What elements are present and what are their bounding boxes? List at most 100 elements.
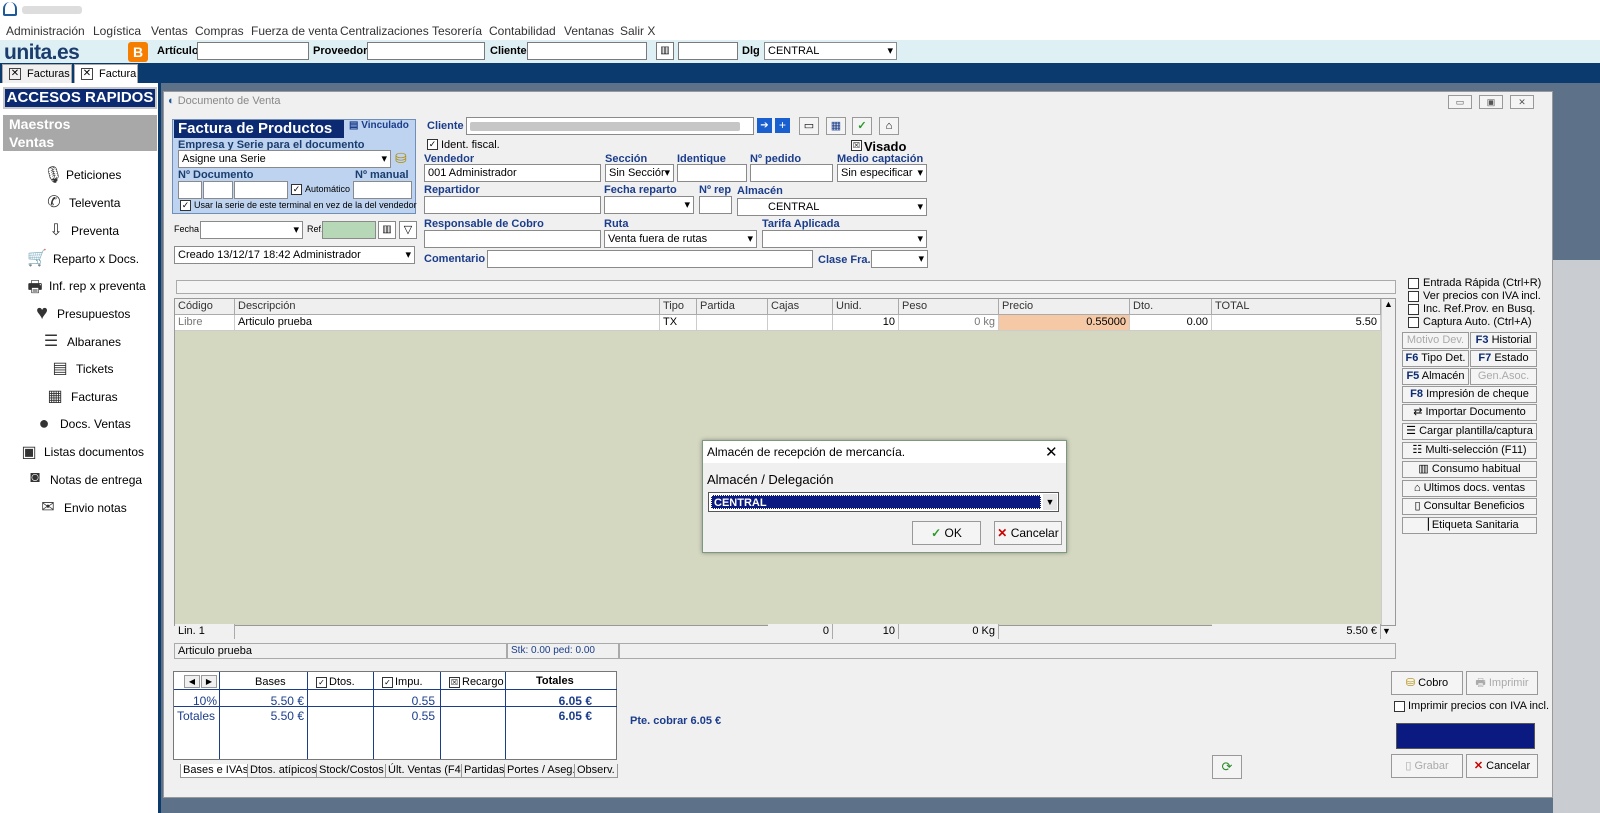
group-ventas[interactable]: Ventas (3, 133, 157, 151)
sidebar-item-preventa[interactable]: Preventa (71, 224, 119, 238)
nrep-stepper[interactable] (699, 196, 732, 214)
cancelar-button[interactable]: ✕ Cancelar (1466, 754, 1538, 778)
cell-descripcion[interactable]: Articulo prueba (235, 315, 660, 331)
minimize-button[interactable]: ▭ (1448, 95, 1472, 109)
sidebar-item-envio-notas[interactable]: Envio notas (64, 501, 127, 515)
calculator-icon[interactable]: ▦ (826, 117, 846, 135)
menu-logistica[interactable]: Logística (93, 24, 141, 38)
consultar-beneficios-button[interactable]: ▯ Consultar Beneficios (1402, 498, 1537, 515)
col-header-peso[interactable]: Peso (899, 299, 999, 315)
tipo-det-button[interactable]: F6 Tipo Det. (1402, 350, 1469, 367)
ident-fiscal-checkbox[interactable]: ✓ (427, 139, 438, 150)
sidebar-item-televenta[interactable]: Televenta (69, 196, 120, 210)
tarifa-select[interactable] (762, 230, 927, 248)
ref-input[interactable] (322, 221, 376, 239)
barcode-input[interactable] (678, 42, 738, 60)
ultimos-docs-button[interactable]: ⌂ Ultimos docs. ventas (1402, 480, 1537, 497)
menu-ventanas[interactable]: Ventanas (564, 24, 614, 38)
menu-contabilidad[interactable]: Contabilidad (489, 24, 556, 38)
coins-icon[interactable]: ⛁ (395, 150, 407, 167)
dialog-ok-button[interactable]: ✓ OK (912, 521, 981, 545)
gen-asoc-button[interactable]: Gen.Asoc. (1470, 368, 1537, 385)
col-header-unid[interactable]: Unid. (833, 299, 899, 315)
col-header-total[interactable]: TOTAL (1212, 299, 1381, 315)
cell-precio[interactable]: 0.55000 (999, 315, 1130, 331)
menu-compras[interactable]: Compras (195, 24, 244, 38)
menu-salir[interactable]: Salir X (620, 24, 655, 38)
scroll-down-icon[interactable]: ▼ (1382, 626, 1391, 636)
col-header-dto[interactable]: Dto. (1130, 299, 1212, 315)
menu-centralizaciones[interactable]: Centralizaciones (340, 24, 429, 38)
col-header-cajas[interactable]: Cajas (768, 299, 833, 315)
ndoc-input-2[interactable] (203, 181, 233, 199)
cell-dto[interactable]: 0.00 (1130, 315, 1212, 331)
tab-facturas[interactable]: ✕ Facturas (2, 64, 72, 83)
tab-portes[interactable]: Portes / Aseg. (504, 764, 579, 778)
barcode-icon[interactable]: ▥ (378, 221, 396, 239)
consumo-habitual-button[interactable]: ▥ Consumo habitual (1402, 461, 1537, 478)
identique-input[interactable] (677, 164, 747, 182)
seccion-select[interactable]: Sin Secciór (605, 164, 674, 182)
almacen-select[interactable]: CENTRAL (737, 198, 927, 216)
medio-captacion-select[interactable]: Sin especificar (837, 164, 927, 182)
sidebar-item-inf-rep[interactable]: Inf. rep x preventa (49, 279, 146, 293)
sidebar-item-presupuestos[interactable]: Presupuestos (57, 307, 130, 321)
tab-factura[interactable]: ✕ Factura (74, 64, 138, 83)
maximize-button[interactable]: ▣ (1479, 95, 1503, 109)
barcode-icon[interactable]: ▥ (656, 42, 674, 60)
sidebar-item-peticiones[interactable]: Peticiones (66, 168, 121, 182)
menu-ventas[interactable]: Ventas (151, 24, 188, 38)
menu-fuerza-venta[interactable]: Fuerza de venta (251, 24, 338, 38)
grid-filter-bar[interactable] (176, 280, 1396, 294)
imprimir-iva-checkbox[interactable] (1394, 701, 1405, 712)
cell-unid[interactable]: 10 (833, 315, 899, 331)
captura-auto-checkbox[interactable] (1408, 317, 1419, 328)
repartidor-input[interactable] (424, 196, 601, 214)
ndoc-input-1[interactable] (178, 181, 202, 199)
impresion-cheque-button[interactable]: F8 Impresión de cheque (1402, 386, 1537, 403)
grid-scrollbar[interactable]: ▲ (1381, 299, 1395, 625)
multi-seleccion-button[interactable]: ☷ Multi-selección (F11) (1402, 442, 1537, 459)
vinculado-button[interactable]: ▤ Vinculado (349, 120, 409, 131)
etiqueta-sanitaria-button[interactable]: ▕ Etiqueta Sanitaria (1402, 517, 1537, 534)
sidebar-item-albaranes[interactable]: Albaranes (67, 335, 121, 349)
cell-cajas[interactable] (768, 315, 833, 331)
almacen-button[interactable]: F5 Almacén (1402, 368, 1469, 385)
sidebar-item-notas-entrega[interactable]: Notas de entrega (50, 473, 142, 487)
recargo-checkbox[interactable]: ☒ (449, 677, 460, 688)
serie-select[interactable]: Asigne una Serie (178, 150, 391, 168)
dialog-close-icon[interactable]: ✕ (1045, 443, 1058, 461)
tab-ult-ventas[interactable]: Últ. Ventas (F4) (385, 764, 468, 778)
sidebar-item-tickets[interactable]: Tickets (76, 362, 114, 376)
tab-observ[interactable]: Observ. (574, 764, 618, 778)
importar-documento-button[interactable]: ⇄ Importar Documento (1402, 404, 1537, 421)
dlg-select[interactable]: CENTRAL (764, 42, 897, 60)
chevron-down-icon[interactable]: ▼ (1043, 494, 1057, 510)
close-icon[interactable]: ✕ (81, 68, 93, 80)
cliente-input[interactable] (466, 117, 754, 135)
responsable-cobro-input[interactable] (424, 230, 601, 248)
ndoc-input-3[interactable] (234, 181, 288, 199)
creado-select[interactable]: Creado 13/12/17 18:42 Administrador (174, 246, 415, 264)
proveedor-input[interactable] (367, 42, 485, 60)
tab-stock-costos[interactable]: Stock/Costos (316, 764, 387, 778)
sidebar-item-reparto[interactable]: Reparto x Docs. (53, 252, 139, 266)
entrada-rapida-checkbox[interactable] (1408, 278, 1419, 289)
tab-dtos-atipicos[interactable]: Dtos. atípicos (247, 764, 320, 778)
automatico-checkbox[interactable]: ✓ (291, 184, 302, 195)
col-header-codigo[interactable]: Código (175, 299, 235, 315)
motivo-dev-button[interactable]: Motivo Dev. (1402, 332, 1469, 349)
cargar-plantilla-button[interactable]: ☰ Cargar plantilla/captura (1402, 423, 1537, 440)
arrow-right-icon[interactable]: ➔ (757, 118, 772, 133)
grabar-button[interactable]: ▯ Grabar (1391, 754, 1463, 778)
close-window-button[interactable]: ✕ (1510, 95, 1534, 109)
cell-tipo[interactable]: TX (660, 315, 697, 331)
card-icon[interactable]: ▭ (799, 117, 819, 135)
tab-partidas[interactable]: Partidas (461, 764, 508, 778)
col-header-precio[interactable]: Precio (999, 299, 1130, 315)
usar-serie-checkbox[interactable]: ✓ (180, 200, 191, 211)
articulo-input[interactable] (197, 42, 309, 60)
dialog-almacen-select[interactable]: CENTRAL ▼ (708, 492, 1059, 512)
fecha-reparto-select[interactable] (604, 196, 694, 214)
imprimir-button[interactable]: 🖶 Imprimir (1466, 671, 1538, 695)
